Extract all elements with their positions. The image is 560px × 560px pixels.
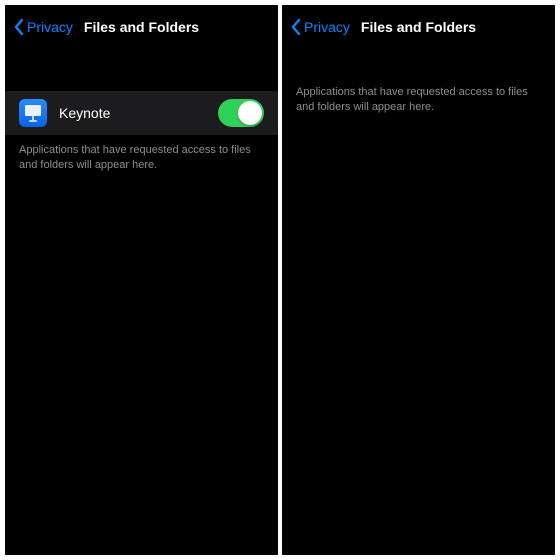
chevron-left-icon — [290, 18, 302, 36]
back-button[interactable]: Privacy — [13, 18, 73, 36]
toggle-knob — [238, 101, 262, 125]
back-button[interactable]: Privacy — [290, 18, 350, 36]
chevron-left-icon — [13, 18, 25, 36]
content-area: Applications that have requested access … — [282, 49, 555, 555]
keynote-app-icon — [19, 99, 47, 127]
section-footer-text: Applications that have requested access … — [5, 135, 278, 173]
nav-bar: Privacy Files and Folders — [5, 5, 278, 49]
permission-toggle[interactable] — [218, 99, 264, 127]
app-permission-row[interactable]: Keynote — [5, 91, 278, 135]
content-area: Keynote Applications that have requested… — [5, 49, 278, 555]
settings-panel-right: Privacy Files and Folders Applications t… — [282, 5, 555, 555]
back-label: Privacy — [304, 19, 350, 35]
app-label: Keynote — [59, 105, 206, 121]
section-footer-text: Applications that have requested access … — [282, 49, 555, 115]
nav-bar: Privacy Files and Folders — [282, 5, 555, 49]
settings-panel-left: Privacy Files and Folders Keynote Applic… — [5, 5, 278, 555]
back-label: Privacy — [27, 19, 73, 35]
